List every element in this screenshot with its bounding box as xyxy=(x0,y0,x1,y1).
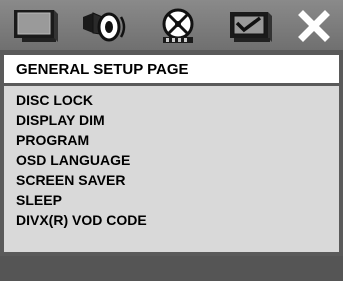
menu-item-osd-language[interactable]: OSD LANGUAGE xyxy=(16,150,130,170)
menu-item-display-dim[interactable]: DISPLAY DIM xyxy=(16,110,105,130)
preference-setup-icon xyxy=(230,12,272,42)
menu-item-divx-vod-code[interactable]: DIVX(R) VOD CODE xyxy=(16,210,147,230)
tab-preference-setup[interactable] xyxy=(222,6,278,46)
status-bar xyxy=(0,256,343,281)
tab-general-setup[interactable] xyxy=(8,6,64,46)
tab-video-setup[interactable] xyxy=(150,6,206,46)
setup-menu-list: DISC LOCK DISPLAY DIM PROGRAM OSD LANGUA… xyxy=(4,86,339,252)
menu-item-disc-lock[interactable]: DISC LOCK xyxy=(16,90,93,110)
audio-setup-icon xyxy=(83,12,126,42)
osd-setup-window: GENERAL SETUP PAGE DISC LOCK DISPLAY DIM… xyxy=(0,0,343,281)
tab-exit[interactable] xyxy=(292,6,336,46)
tab-audio-setup[interactable] xyxy=(70,6,136,46)
video-setup-icon xyxy=(162,8,194,43)
close-icon xyxy=(298,10,330,42)
general-setup-icon xyxy=(14,10,58,42)
setup-tab-bar xyxy=(0,0,343,50)
menu-item-screen-saver[interactable]: SCREEN SAVER xyxy=(16,170,125,190)
menu-item-program[interactable]: PROGRAM xyxy=(16,130,89,150)
page-title: GENERAL SETUP PAGE xyxy=(4,55,339,83)
menu-item-sleep[interactable]: SLEEP xyxy=(16,190,62,210)
